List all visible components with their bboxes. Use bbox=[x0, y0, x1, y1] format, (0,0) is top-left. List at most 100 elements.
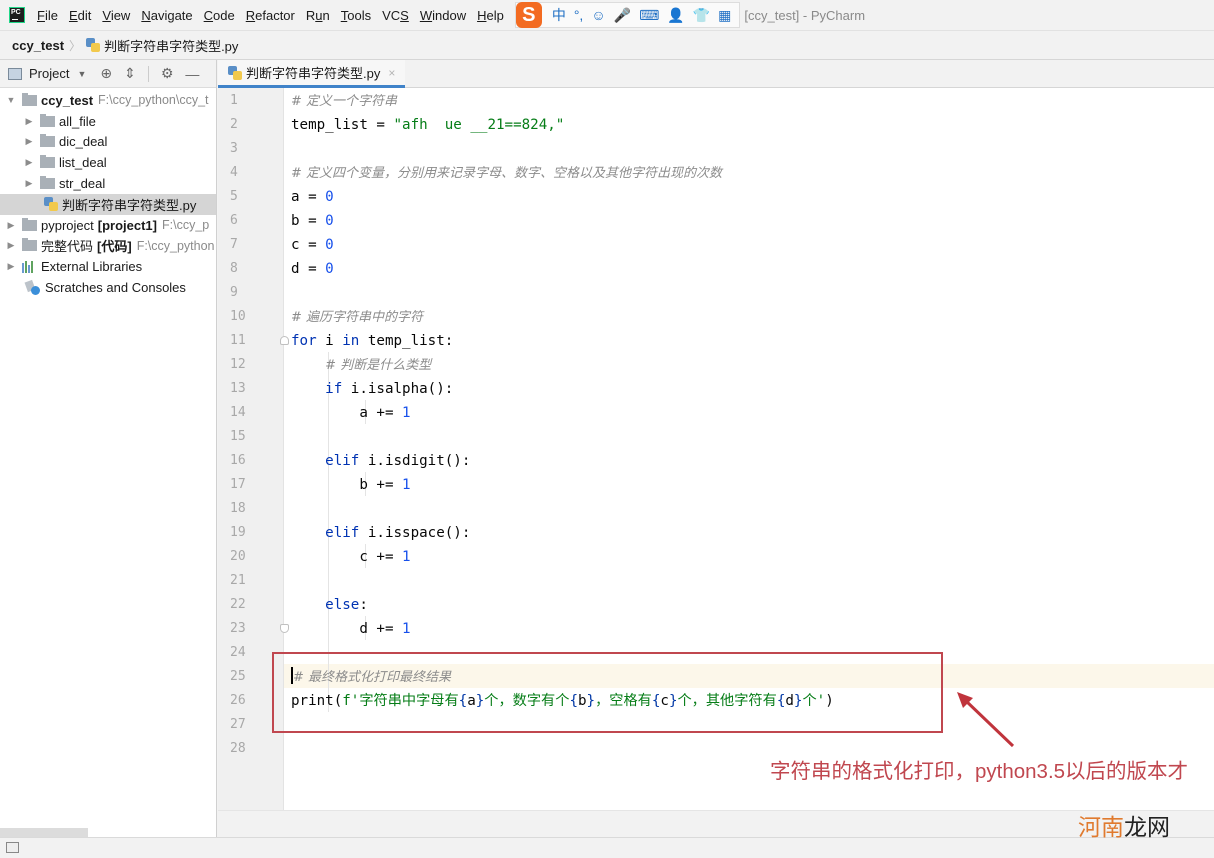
breadcrumb-file[interactable]: 判断字符串字符类型.py bbox=[104, 36, 238, 55]
code-line[interactable]: c += 1 bbox=[291, 545, 410, 569]
chevron-right-icon[interactable]: ▶ bbox=[6, 261, 16, 272]
line-number[interactable]: 1 bbox=[230, 89, 238, 113]
code-line[interactable]: b = 0 bbox=[291, 209, 334, 233]
code-line[interactable]: c = 0 bbox=[291, 233, 334, 257]
line-number[interactable]: 8 bbox=[230, 257, 238, 281]
punctuation-icon[interactable]: °, bbox=[574, 7, 584, 23]
number-token: 0 bbox=[325, 237, 334, 253]
menu-window[interactable]: Window bbox=[420, 6, 466, 25]
line-number[interactable]: 27 bbox=[230, 713, 246, 737]
project-panel-scrollbar[interactable] bbox=[0, 828, 88, 837]
tree-item[interactable]: ▶ 完整代码 [代码] F:\ccy_python bbox=[0, 236, 216, 257]
tree-item[interactable]: ▶ list_deal bbox=[0, 152, 216, 173]
sogou-ime-icon[interactable]: S bbox=[515, 2, 542, 28]
code-line[interactable]: elif i.isdigit(): bbox=[291, 449, 470, 473]
line-number[interactable]: 7 bbox=[230, 233, 238, 257]
chinese-mode-icon[interactable]: 中 bbox=[552, 5, 566, 25]
line-number[interactable]: 16 bbox=[230, 449, 246, 473]
code-line[interactable]: # 定义四个变量，分别用来记录字母、数字、空格以及其他字符出现的次数 bbox=[291, 161, 722, 185]
toggle-tool-windows-icon[interactable] bbox=[6, 842, 19, 853]
line-number[interactable]: 3 bbox=[230, 137, 238, 161]
menu-run[interactable]: Run bbox=[306, 6, 330, 25]
tree-item[interactable]: 判断字符串字符类型.py bbox=[0, 193, 216, 215]
code-line[interactable]: if i.isalpha(): bbox=[291, 377, 453, 401]
line-number[interactable]: 19 bbox=[230, 521, 246, 545]
line-number[interactable]: 14 bbox=[230, 401, 246, 425]
code-line[interactable]: elif i.isspace(): bbox=[291, 521, 470, 545]
close-icon[interactable]: × bbox=[388, 66, 395, 80]
tree-item[interactable]: ▶ all_file bbox=[0, 111, 216, 132]
line-number[interactable]: 13 bbox=[230, 377, 246, 401]
chevron-right-icon[interactable]: ▶ bbox=[24, 157, 34, 168]
code-line[interactable]: for i in temp_list: bbox=[291, 329, 453, 353]
line-number[interactable]: 28 bbox=[230, 737, 246, 761]
line-number[interactable]: 9 bbox=[230, 281, 238, 305]
menu-navigate[interactable]: Navigate bbox=[141, 6, 192, 25]
chevron-down-icon[interactable]: ▼ bbox=[6, 95, 16, 105]
code-line[interactable]: # 定义一个字符串 bbox=[291, 89, 397, 113]
gear-icon[interactable]: ⚙ bbox=[161, 65, 174, 82]
line-number[interactable]: 23 bbox=[230, 617, 246, 641]
fold-marker-icon[interactable] bbox=[280, 624, 289, 633]
code-line[interactable]: temp_list = "afh ue __21==824," bbox=[291, 113, 564, 137]
menu-refactor[interactable]: Refactor bbox=[246, 6, 295, 25]
menu-help[interactable]: Help bbox=[477, 6, 504, 25]
microphone-icon[interactable]: 🎤 bbox=[614, 7, 631, 24]
emoji-icon[interactable]: ☺ bbox=[591, 7, 605, 23]
line-number[interactable]: 15 bbox=[230, 425, 246, 449]
chevron-right-icon[interactable]: ▶ bbox=[24, 178, 34, 189]
menu-vcs[interactable]: VCS bbox=[382, 6, 409, 25]
hide-panel-icon[interactable]: — bbox=[185, 66, 199, 82]
menu-view[interactable]: View bbox=[102, 6, 130, 25]
chevron-right-icon[interactable]: ▶ bbox=[24, 136, 34, 147]
menu-code[interactable]: Code bbox=[204, 6, 235, 25]
line-number[interactable]: 18 bbox=[230, 497, 246, 521]
line-number[interactable]: 10 bbox=[230, 305, 246, 329]
chevron-right-icon[interactable]: ▶ bbox=[24, 116, 34, 127]
line-number[interactable]: 6 bbox=[230, 209, 238, 233]
locate-icon[interactable]: ⊕ bbox=[100, 65, 112, 82]
menu-edit[interactable]: Edit bbox=[69, 6, 91, 25]
line-number[interactable]: 24 bbox=[230, 641, 246, 665]
breadcrumb-project[interactable]: ccy_test bbox=[12, 38, 64, 53]
toolbox-icon[interactable]: ▦ bbox=[718, 7, 731, 24]
project-panel-title[interactable]: Project bbox=[29, 66, 69, 81]
line-number[interactable]: 5 bbox=[230, 185, 238, 209]
line-number[interactable]: 21 bbox=[230, 569, 246, 593]
code-line[interactable]: d = 0 bbox=[291, 257, 334, 281]
line-number[interactable]: 17 bbox=[230, 473, 246, 497]
code-line[interactable]: # 遍历字符串中的字符 bbox=[291, 305, 423, 329]
line-number[interactable]: 20 bbox=[230, 545, 246, 569]
chevron-right-icon[interactable]: ▶ bbox=[6, 220, 16, 231]
collapse-all-icon[interactable]: ⇕ bbox=[124, 65, 136, 82]
code-line[interactable]: b += 1 bbox=[291, 473, 410, 497]
code-line[interactable]: else: bbox=[291, 593, 368, 617]
chevron-right-icon[interactable]: ▶ bbox=[6, 240, 16, 251]
fold-marker-icon[interactable] bbox=[280, 336, 289, 345]
tree-item[interactable]: Scratches and Consoles bbox=[0, 277, 216, 298]
annotation-text: 字符串的格式化打印，python3.5以后的版本才 bbox=[770, 760, 1189, 783]
tree-item[interactable]: ▼ ccy_test F:\ccy_python\ccy_t bbox=[0, 90, 216, 111]
line-number[interactable]: 25 bbox=[230, 665, 246, 689]
tree-item[interactable]: ▶ External Libraries bbox=[0, 256, 216, 277]
editor-tab-active[interactable]: 判断字符串字符类型.py × bbox=[218, 60, 406, 88]
code-line[interactable]: a = 0 bbox=[291, 185, 334, 209]
keyboard-icon[interactable]: ⌨ bbox=[639, 7, 659, 24]
tree-item[interactable]: ▶ dic_deal bbox=[0, 132, 216, 153]
line-number[interactable]: 2 bbox=[230, 113, 238, 137]
menu-tools[interactable]: Tools bbox=[341, 6, 371, 25]
line-number[interactable]: 11 bbox=[230, 329, 246, 353]
line-number[interactable]: 12 bbox=[230, 353, 246, 377]
line-number[interactable]: 26 bbox=[230, 689, 246, 713]
skin-icon[interactable]: 👕 bbox=[693, 7, 710, 24]
user-icon[interactable]: 👤 bbox=[667, 7, 684, 24]
code-line[interactable]: d += 1 bbox=[291, 617, 410, 641]
code-line[interactable]: a += 1 bbox=[291, 401, 410, 425]
line-number[interactable]: 22 bbox=[230, 593, 246, 617]
tree-item[interactable]: ▶ str_deal bbox=[0, 173, 216, 194]
chevron-down-icon[interactable]: ▼ bbox=[77, 69, 86, 79]
tree-item[interactable]: ▶ pyproject [project1] F:\ccy_p bbox=[0, 215, 216, 236]
code-line[interactable]: # 判断是什么类型 bbox=[291, 353, 431, 377]
line-number[interactable]: 4 bbox=[230, 161, 238, 185]
menu-file[interactable]: File bbox=[37, 6, 58, 25]
